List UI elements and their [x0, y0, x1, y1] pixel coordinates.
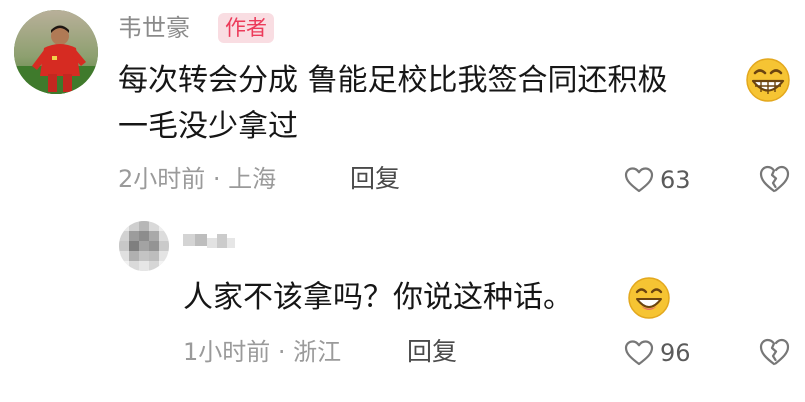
- avatar[interactable]: [14, 10, 98, 94]
- comment-meta: 2小时前 · 上海: [118, 162, 276, 196]
- like-count: 63: [660, 166, 691, 194]
- comment-location: 浙江: [293, 338, 342, 366]
- comment-text-line-2: 一毛没少拿过: [118, 109, 298, 144]
- like-button[interactable]: 63: [624, 164, 691, 196]
- avatar-image: [14, 10, 98, 94]
- reply-button[interactable]: 回复: [350, 162, 400, 196]
- comment-text: 每次转会分成 鲁能足校比我签合同还积极 一毛没少拿过: [118, 58, 748, 150]
- pixelated-avatar: [119, 221, 169, 271]
- broken-heart-outline-icon[interactable]: [758, 336, 790, 368]
- comment-time: 2小时前: [118, 165, 206, 193]
- comment-text-line-1: 每次转会分成 鲁能足校比我签合同还积极: [118, 63, 668, 98]
- like-button[interactable]: 96: [624, 337, 691, 369]
- author-badge: 作者: [218, 13, 274, 43]
- grinning-squint-emoji: [744, 56, 792, 104]
- username[interactable]: 韦世豪: [118, 12, 190, 44]
- avatar[interactable]: [119, 221, 169, 271]
- heart-outline-icon: [624, 339, 654, 367]
- comment-time: 1小时前: [183, 338, 271, 366]
- heart-outline-icon: [624, 166, 654, 194]
- comment-text: 人家不该拿吗？你说这种话。: [183, 280, 573, 315]
- comment-location: 上海: [228, 165, 277, 193]
- meta-separator: ·: [205, 165, 229, 193]
- username-redacted[interactable]: [183, 230, 235, 254]
- like-count: 96: [660, 339, 691, 367]
- comment-meta: 1小时前 · 浙江: [183, 335, 341, 369]
- meta-separator: ·: [270, 338, 294, 366]
- grinning-face-emoji: [627, 276, 671, 320]
- broken-heart-outline-icon[interactable]: [758, 163, 790, 195]
- reply-button[interactable]: 回复: [407, 335, 457, 369]
- comment-section: 韦世豪 作者 每次转会分成 鲁能足校比我签合同还积极 一毛没少拿过 2小时前 ·…: [0, 0, 805, 402]
